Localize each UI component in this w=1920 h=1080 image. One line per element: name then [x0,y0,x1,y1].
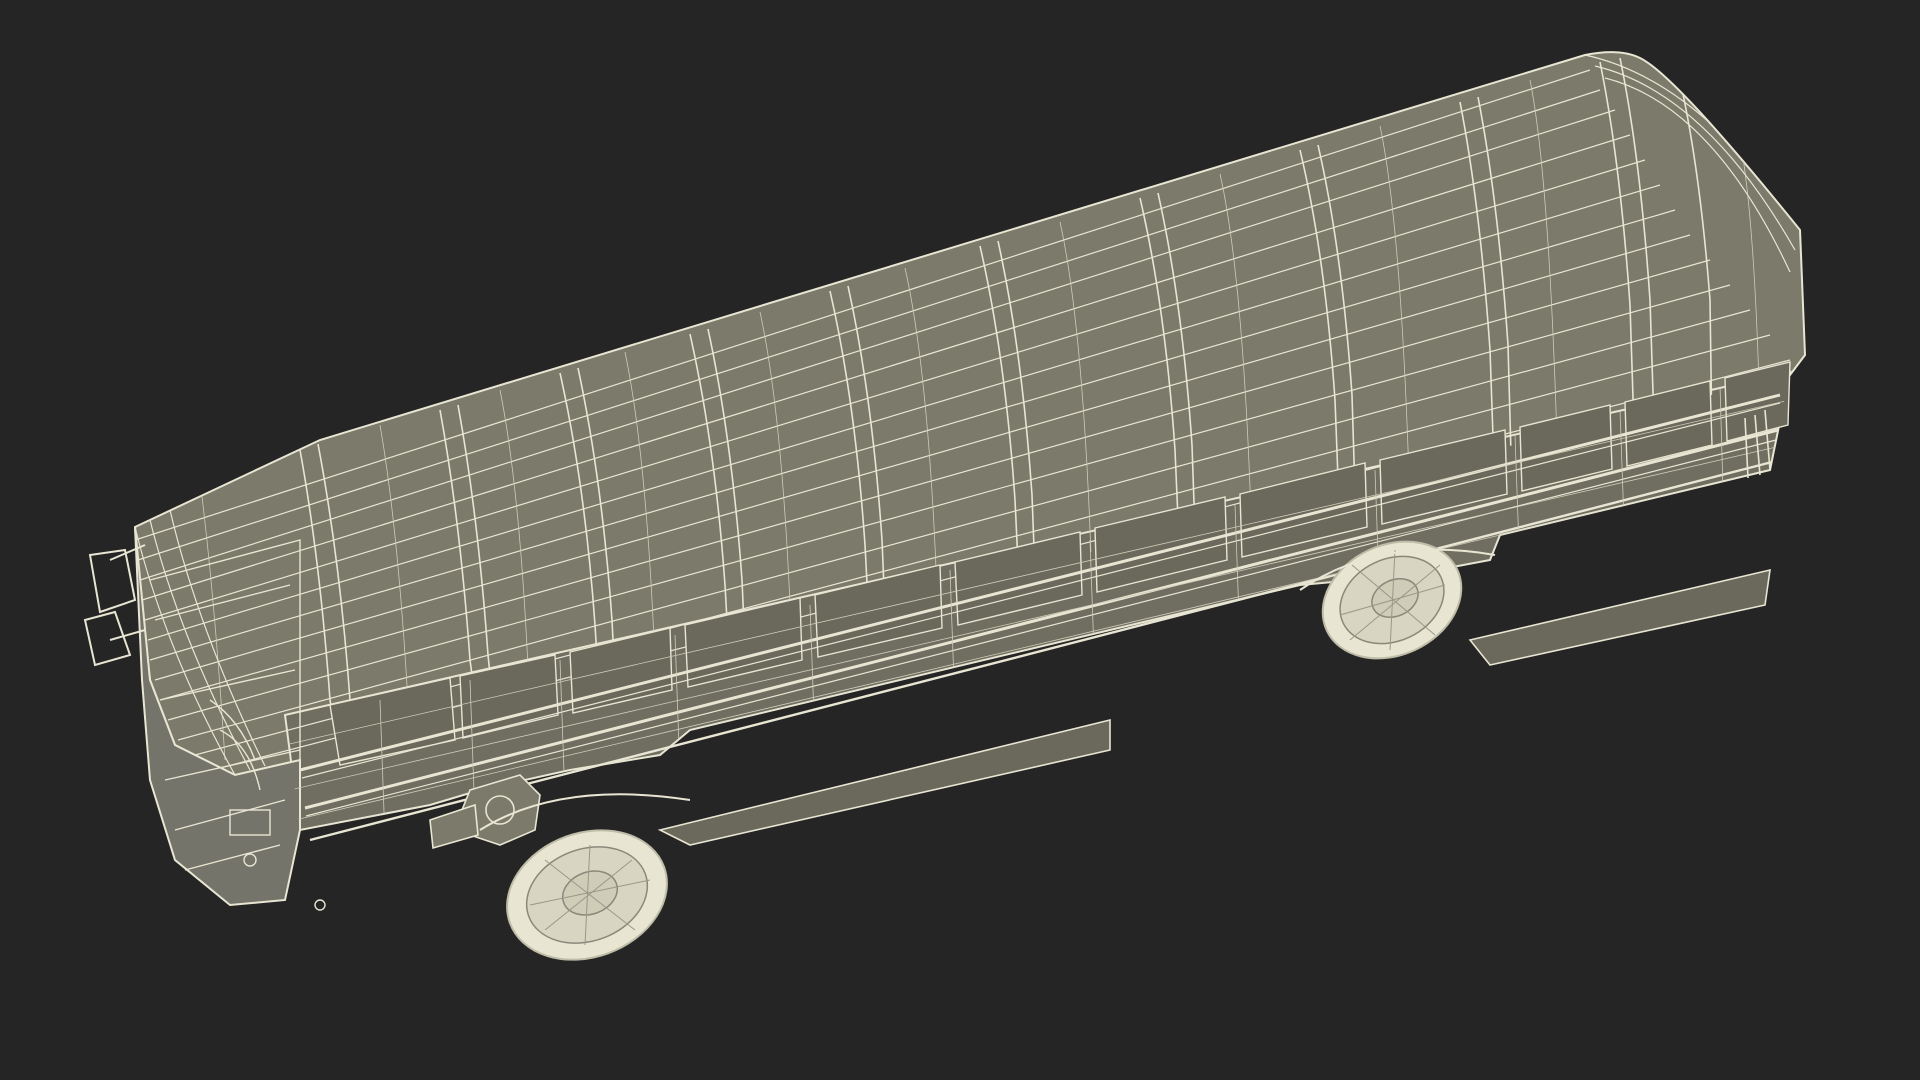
render-viewport [0,0,1920,1080]
bus-wireframe-render [83,51,1807,961]
bus-roof [133,51,1807,777]
